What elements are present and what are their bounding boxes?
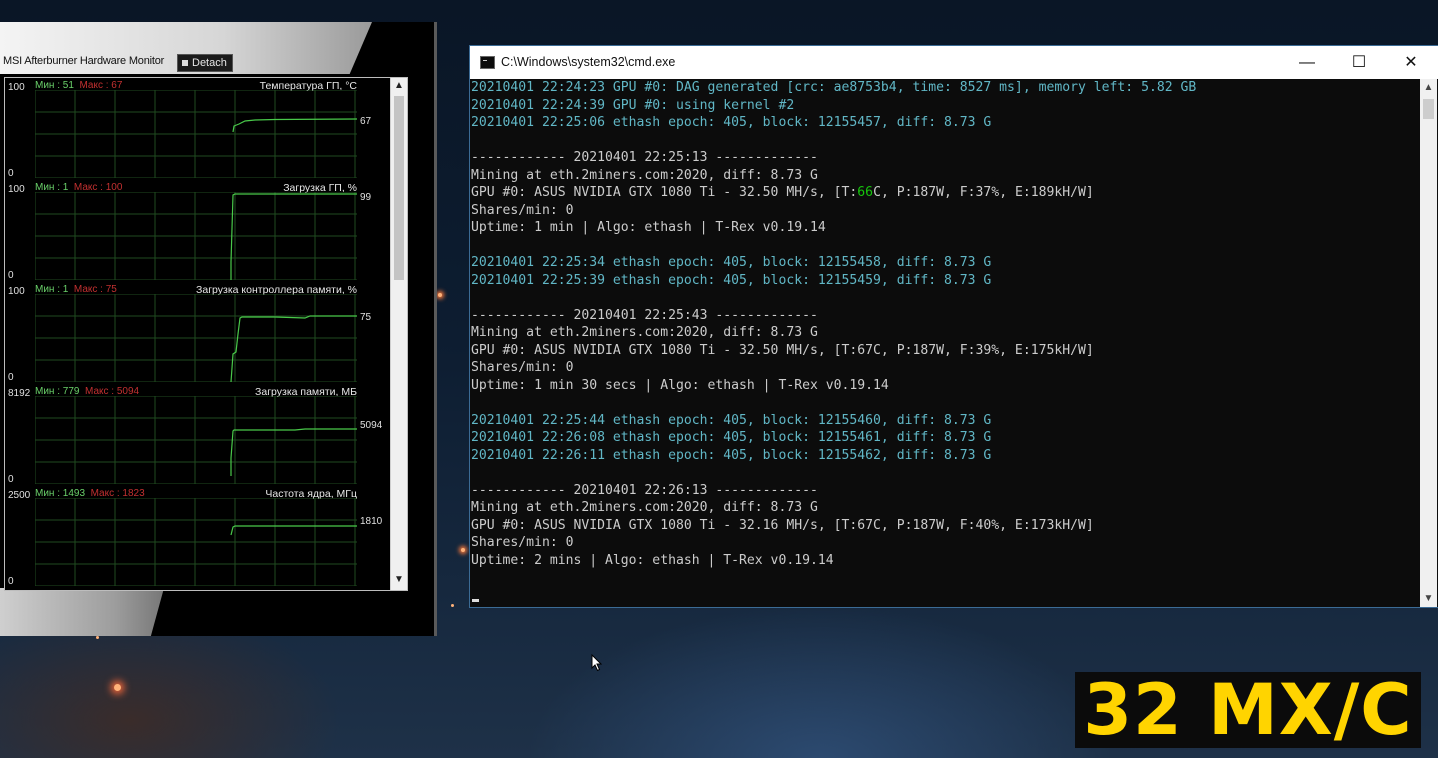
hardware-monitor-panel: 100 0 Мин : 51 Макс : 67 Температура ГП,… <box>4 77 408 591</box>
graph-current-value: 99 <box>360 192 372 203</box>
scroll-up-icon[interactable]: ▲ <box>1420 79 1437 96</box>
graph-memory-controller-usage: 100 0 Мин : 1 Макс : 75 Загрузка контрол… <box>5 284 389 388</box>
afterburner-window: MSI Afterburner Hardware Monitor Detach … <box>0 22 437 636</box>
hashrate-caption: 32 МХ/С <box>1075 672 1421 748</box>
graph-memory-usage: 8192 0 Мин : 779 Макс : 5094 Загрузка па… <box>5 386 389 490</box>
mouse-pointer-icon <box>591 654 603 672</box>
graph-grid <box>35 396 357 484</box>
graph-current-value: 67 <box>360 116 372 127</box>
console-line: ------------ 20210401 22:26:13 ---------… <box>471 482 818 498</box>
afterburner-title: MSI Afterburner Hardware Monitor <box>3 55 165 67</box>
close-button[interactable]: ✕ <box>1388 46 1434 79</box>
graph-y-min: 0 <box>8 270 14 281</box>
graph-grid <box>35 294 357 382</box>
graph-plot <box>35 90 357 178</box>
console-line: Mining at eth.2miners.com:2020, diff: 8.… <box>471 167 818 183</box>
gpu-temperature-value: 66 <box>857 185 874 200</box>
console-text: C, P:187W, F:37%, E:189kH/W] <box>873 185 1094 200</box>
console-line: 20210401 22:24:39 GPU #0: using kernel #… <box>471 97 795 113</box>
scroll-thumb[interactable] <box>1423 99 1434 119</box>
console-line: ------------ 20210401 22:25:13 ---------… <box>471 150 818 165</box>
graph-current-value: 75 <box>360 312 372 323</box>
console-line: Uptime: 1 min 30 secs | Algo: ethash | T… <box>471 377 889 393</box>
scroll-down-icon[interactable]: ▼ <box>391 572 407 588</box>
console-line: 20210401 22:25:44 ethash epoch: 405, blo… <box>471 412 992 428</box>
graph-plot <box>35 498 357 586</box>
cmd-app-icon <box>480 56 495 69</box>
cmd-titlebar[interactable]: C:\Windows\system32\cmd.exe — ☐ ✕ <box>470 46 1438 79</box>
console-line: Uptime: 2 mins | Algo: ethash | T-Rex v0… <box>471 552 834 568</box>
graph-plot <box>35 294 357 382</box>
cmd-scrollbar[interactable]: ▲ ▼ <box>1420 79 1437 607</box>
graph-y-min: 0 <box>8 372 14 383</box>
cmd-window-title: C:\Windows\system32\cmd.exe <box>501 55 676 69</box>
console-text: GPU #0: ASUS NVIDIA GTX 1080 Ti - 32.50 … <box>471 185 858 200</box>
graph-line <box>230 428 357 476</box>
graph-grid <box>35 498 357 586</box>
maximize-button[interactable]: ☐ <box>1336 46 1382 79</box>
console-output[interactable]: 20210401 22:24:23 GPU #0: DAG generated … <box>470 79 1420 607</box>
graph-y-max: 100 <box>8 286 25 297</box>
graph-gpu-usage: 100 0 Мин : 1 Макс : 100 Загрузка ГП, % … <box>5 182 389 286</box>
console-line: GPU #0: ASUS NVIDIA GTX 1080 Ti - 32.16 … <box>471 517 1094 533</box>
background-star <box>96 636 99 639</box>
background-star <box>461 548 465 552</box>
graph-current-value: 1810 <box>360 516 383 527</box>
graph-y-max: 100 <box>8 82 25 93</box>
graph-y-max: 8192 <box>8 388 31 399</box>
scroll-thumb[interactable] <box>394 96 404 280</box>
graph-y-min: 0 <box>8 474 14 485</box>
detach-button[interactable]: Detach <box>177 54 233 72</box>
graph-grid <box>35 90 357 178</box>
background-star <box>438 293 442 297</box>
console-cursor <box>472 599 479 602</box>
console-line: GPU #0: ASUS NVIDIA GTX 1080 Ti - 32.50 … <box>471 342 1094 358</box>
minimize-button[interactable]: — <box>1284 46 1330 79</box>
graph-y-max: 2500 <box>8 490 31 501</box>
graph-line <box>230 315 357 382</box>
console-line: 20210401 22:26:08 ethash epoch: 405, blo… <box>471 430 992 445</box>
background-star <box>451 604 454 607</box>
console-line: Shares/min: 0 <box>471 360 574 375</box>
console-line: Mining at eth.2miners.com:2020, diff: 8.… <box>471 500 818 515</box>
scroll-down-icon[interactable]: ▼ <box>1420 590 1437 607</box>
graph-line <box>230 525 357 536</box>
background-star <box>114 684 121 691</box>
graph-gpu-temperature: 100 0 Мин : 51 Макс : 67 Температура ГП,… <box>5 80 389 184</box>
pin-icon <box>182 60 188 66</box>
afterburner-skin-footer <box>0 588 164 636</box>
graph-plot <box>35 396 357 484</box>
afterburner-edge <box>434 22 437 636</box>
graph-core-clock: 2500 0 Мин : 1493 Макс : 1823 Частота яд… <box>5 488 389 592</box>
console-line: GPU #0: ASUS NVIDIA GTX 1080 Ti - 32.50 … <box>470 184 1420 202</box>
graph-current-value: 5094 <box>360 420 383 431</box>
monitor-scrollbar[interactable]: ▲ ▼ <box>390 78 407 590</box>
graph-grid <box>35 192 357 280</box>
console-line: Uptime: 1 min | Algo: ethash | T-Rex v0.… <box>471 220 826 235</box>
graph-y-min: 0 <box>8 168 14 179</box>
console-line: 20210401 22:25:06 ethash epoch: 405, blo… <box>471 115 992 130</box>
graph-line <box>230 193 357 280</box>
console-line: ------------ 20210401 22:25:43 ---------… <box>471 307 818 323</box>
cmd-window: C:\Windows\system32\cmd.exe — ☐ ✕ 202104… <box>469 45 1438 608</box>
console-line: 20210401 22:25:39 ethash epoch: 405, blo… <box>471 272 992 288</box>
console-line: Mining at eth.2miners.com:2020, diff: 8.… <box>471 325 818 340</box>
console-line: 20210401 22:25:34 ethash epoch: 405, blo… <box>471 255 992 270</box>
graph-plot <box>35 192 357 280</box>
graph-y-min: 0 <box>8 576 14 587</box>
console-line: 20210401 22:26:11 ethash epoch: 405, blo… <box>471 447 992 463</box>
graph-y-max: 100 <box>8 184 25 195</box>
console-line: 20210401 22:24:23 GPU #0: DAG generated … <box>471 80 1197 95</box>
graph-line <box>232 118 357 133</box>
scroll-up-icon[interactable]: ▲ <box>391 78 407 94</box>
console-line: Shares/min: 0 <box>471 535 574 550</box>
detach-label: Detach <box>192 57 227 69</box>
console-line: Shares/min: 0 <box>471 202 574 218</box>
